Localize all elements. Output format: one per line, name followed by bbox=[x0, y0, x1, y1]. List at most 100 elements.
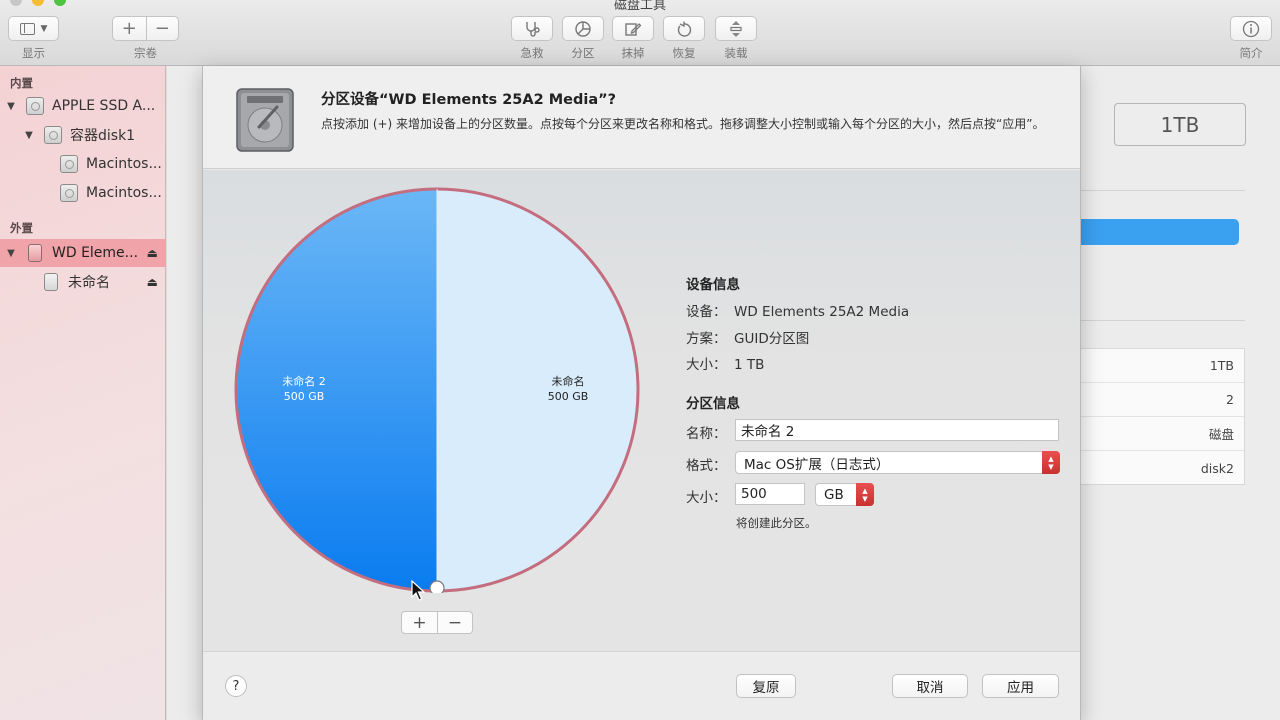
sidebar-item-container[interactable]: ▼ 容器disk1 bbox=[0, 121, 166, 149]
pie-slice-label-untitled: 未命名 500 GB bbox=[547, 375, 589, 403]
mount-icon bbox=[730, 20, 742, 37]
mouse-cursor-icon bbox=[411, 580, 425, 601]
partition-button[interactable] bbox=[562, 16, 604, 41]
sidebar-item-label: Macintos... bbox=[86, 156, 162, 172]
sheet-title: 分区设备“WD Elements 25A2 Media”? bbox=[321, 92, 617, 108]
erase-button[interactable] bbox=[612, 16, 654, 41]
plus-icon: + bbox=[121, 18, 137, 39]
volume-icon bbox=[44, 273, 58, 291]
usage-bar bbox=[1080, 219, 1239, 245]
disclosure-triangle-icon[interactable]: ▼ bbox=[6, 101, 16, 112]
info-table-row: 磁盘 bbox=[1080, 417, 1244, 451]
scheme-row: 方案： GUID分区图 bbox=[686, 331, 810, 347]
sidebar-item-label: WD Eleme... bbox=[52, 245, 139, 261]
add-volume-button[interactable]: + bbox=[113, 17, 146, 40]
partition-name-input[interactable]: 未命名 2 bbox=[735, 419, 1059, 441]
sidebar: 内置 ▼ APPLE SSD A... ▼ 容器disk1 Macintos..… bbox=[0, 66, 166, 720]
volume-segment: + − bbox=[112, 16, 179, 41]
view-label: 显示 bbox=[22, 46, 45, 60]
divider bbox=[1080, 320, 1245, 321]
partition-add-remove-segment: + − bbox=[401, 611, 473, 634]
pie-slice-label-untitled-2: 未命名 2 500 GB bbox=[282, 375, 326, 403]
info-button[interactable] bbox=[1230, 16, 1272, 41]
device-info-title: 设备信息 bbox=[686, 277, 740, 293]
sidebar-item-wd-elements[interactable]: ▼ WD Eleme... ⏏ bbox=[0, 239, 166, 267]
stethoscope-icon bbox=[526, 21, 540, 37]
external-disk-icon bbox=[28, 244, 42, 262]
window-title: 磁盘工具 bbox=[613, 0, 666, 13]
divider bbox=[1080, 190, 1245, 191]
volume-label: 宗卷 bbox=[134, 46, 157, 60]
info-table-row: 2 bbox=[1080, 383, 1244, 417]
chevron-down-icon: ▼ bbox=[40, 23, 48, 34]
restore-label: 恢复 bbox=[672, 46, 696, 60]
info-icon bbox=[1242, 20, 1260, 37]
mount-label: 装载 bbox=[724, 46, 748, 60]
sidebar-item-label: 容器disk1 bbox=[70, 128, 136, 144]
partition-info-title: 分区信息 bbox=[686, 396, 740, 412]
sidebar-item-label: APPLE SSD A... bbox=[52, 98, 156, 114]
sidebar-icon bbox=[19, 22, 35, 35]
partition-size-label: 大小： bbox=[686, 490, 727, 506]
mount-button[interactable] bbox=[715, 16, 757, 41]
minus-icon: − bbox=[447, 612, 463, 633]
hard-drive-icon bbox=[236, 88, 294, 152]
partition-name-label: 名称： bbox=[686, 426, 727, 442]
eject-icon[interactable]: ⏏ bbox=[147, 246, 158, 260]
eject-icon[interactable]: ⏏ bbox=[147, 275, 158, 289]
apply-button[interactable]: 应用 bbox=[982, 674, 1059, 698]
cancel-button[interactable]: 取消 bbox=[892, 674, 968, 698]
format-label: 格式： bbox=[686, 458, 727, 474]
size-unit-popup[interactable]: GB ▲ ▼ bbox=[815, 483, 874, 506]
device-name-row: 设备： WD Elements 25A2 Media bbox=[686, 304, 910, 320]
size-unit-value: GB bbox=[824, 486, 844, 503]
container-icon bbox=[44, 126, 62, 144]
format-popup-value: Mac OS扩展（日志式） bbox=[744, 456, 890, 473]
info-table: 1TB 2 磁盘 disk2 bbox=[1080, 348, 1245, 485]
info-table-row: 1TB bbox=[1080, 349, 1244, 383]
partition-pie-icon bbox=[575, 20, 591, 37]
first-aid-button[interactable] bbox=[511, 16, 553, 41]
sidebar-item-untitled[interactable]: 未命名 ⏏ bbox=[0, 268, 166, 296]
sidebar-item-apple-ssd[interactable]: ▼ APPLE SSD A... bbox=[0, 92, 166, 120]
toolbar: 磁盘工具 ▼ 显示 + − 宗卷 急救 分区 抹掉 恢复 装载 简介 bbox=[0, 0, 1280, 66]
sheet-header: 分区设备“WD Elements 25A2 Media”? 点按添加 (+) 来… bbox=[203, 66, 1080, 169]
pie-slice-untitled-2[interactable] bbox=[236, 189, 437, 591]
plus-icon: + bbox=[412, 612, 427, 633]
remove-partition-button[interactable]: − bbox=[437, 612, 472, 633]
internal-disk-icon bbox=[26, 97, 44, 115]
info-table-row: disk2 bbox=[1200, 460, 1234, 476]
disclosure-triangle-icon[interactable]: ▼ bbox=[24, 130, 34, 141]
resize-handle[interactable] bbox=[429, 580, 445, 593]
popup-stepper-icon: ▲ ▼ bbox=[856, 483, 874, 506]
pencil-erase-icon bbox=[625, 22, 642, 36]
partition-sheet: 分区设备“WD Elements 25A2 Media”? 点按添加 (+) 来… bbox=[202, 66, 1081, 720]
remove-volume-button[interactable]: − bbox=[145, 17, 179, 40]
sheet-body: 未命名 2 500 GB 未命名 500 GB 设备信息 设备： WD Eleme… bbox=[203, 170, 1080, 651]
popup-stepper-icon: ▲ ▼ bbox=[1042, 451, 1060, 474]
help-button[interactable]: ? bbox=[225, 675, 247, 697]
sidebar-item-macintosh-1[interactable]: Macintos... bbox=[0, 150, 166, 178]
minus-icon: − bbox=[154, 18, 170, 39]
restore-button[interactable] bbox=[663, 16, 705, 41]
revert-button[interactable]: 复原 bbox=[736, 674, 796, 698]
sidebar-section-external: 外置 bbox=[10, 221, 33, 235]
sidebar-section-internal: 内置 bbox=[10, 76, 33, 90]
first-aid-label: 急救 bbox=[520, 46, 544, 60]
sidebar-item-macintosh-2[interactable]: Macintos... bbox=[0, 179, 166, 207]
add-partition-button[interactable]: + bbox=[402, 612, 437, 633]
view-button[interactable]: ▼ bbox=[8, 16, 59, 41]
info-label: 简介 bbox=[1239, 46, 1263, 60]
partition-label: 分区 bbox=[571, 46, 595, 60]
partition-size-input[interactable]: 500 bbox=[735, 483, 805, 505]
disclosure-triangle-icon[interactable]: ▼ bbox=[6, 248, 16, 259]
restore-arrow-icon bbox=[677, 21, 692, 37]
sidebar-item-label: 未命名 bbox=[68, 275, 110, 291]
capacity-display: 1TB bbox=[1114, 103, 1246, 146]
volume-icon bbox=[60, 184, 78, 202]
sidebar-item-label: Macintos... bbox=[86, 185, 162, 201]
format-popup[interactable]: Mac OS扩展（日志式） ▲ ▼ bbox=[735, 451, 1060, 474]
volume-icon bbox=[60, 155, 78, 173]
sheet-description: 点按添加 (+) 来增加设备上的分区数量。点按每个分区来更改名称和格式。拖移调整… bbox=[321, 117, 1045, 131]
partition-note: 将创建此分区。 bbox=[736, 516, 817, 530]
